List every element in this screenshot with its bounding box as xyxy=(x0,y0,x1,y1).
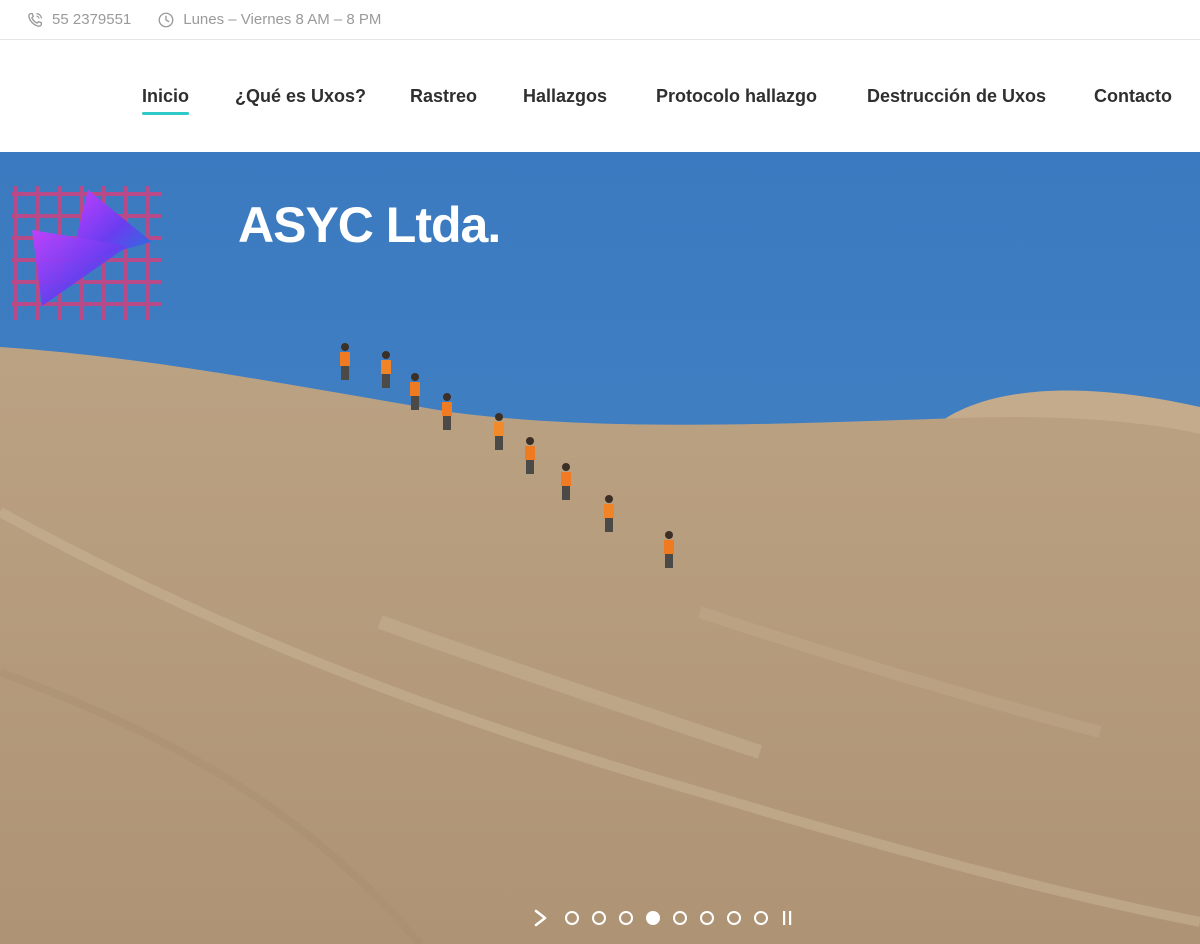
nav-item-protocolo-hallazgo[interactable]: Protocolo hallazgo xyxy=(656,86,817,107)
slide-dot-3[interactable] xyxy=(618,911,633,925)
hero-slider[interactable]: ASYC Ltda. xyxy=(0,152,1200,944)
nav-item-rastreo[interactable]: Rastreo xyxy=(410,86,477,107)
phone-info[interactable]: 55 2379551 xyxy=(26,11,131,29)
nav-item-inicio[interactable]: Inicio xyxy=(142,86,190,115)
phone-icon xyxy=(28,12,43,27)
nav-item-que-es-uxos[interactable]: ¿Qué es Uxos? xyxy=(235,86,366,107)
company-logo[interactable] xyxy=(12,186,162,320)
slide-dot-8[interactable] xyxy=(753,911,768,925)
pause-icon[interactable] xyxy=(780,910,794,926)
opening-hours: Lunes – Viernes 8 AM – 8 PM xyxy=(183,11,382,28)
chevron-right-icon[interactable] xyxy=(532,908,550,928)
nav-item-destruccion-de-uxos[interactable]: Destrucción de Uxos xyxy=(867,86,1046,107)
top-info-bar: 55 2379551 Lunes – Viernes 8 AM – 8 PM xyxy=(0,0,1200,40)
hero-title: ASYC Ltda. xyxy=(238,197,501,253)
clock-icon xyxy=(158,12,174,27)
slide-dot-4[interactable] xyxy=(645,911,660,925)
nav-item-contacto[interactable]: Contacto xyxy=(1094,86,1172,107)
slide-dot-1[interactable] xyxy=(564,911,579,925)
hero-background-image xyxy=(0,152,1200,944)
site-header: Inicio ¿Qué es Uxos? Rastreo Hallazgos P… xyxy=(0,41,1200,152)
nav-item-hallazgos[interactable]: Hallazgos xyxy=(523,86,607,107)
slide-dot-2[interactable] xyxy=(591,911,606,925)
slider-controls xyxy=(532,908,794,928)
slide-dot-5[interactable] xyxy=(672,911,687,925)
slide-dot-7[interactable] xyxy=(726,911,741,925)
slide-dot-6[interactable] xyxy=(699,911,714,925)
hours-info: Lunes – Viernes 8 AM – 8 PM xyxy=(157,11,381,29)
main-nav: Inicio ¿Qué es Uxos? Rastreo Hallazgos P… xyxy=(0,86,1200,116)
phone-number: 55 2379551 xyxy=(52,11,132,28)
